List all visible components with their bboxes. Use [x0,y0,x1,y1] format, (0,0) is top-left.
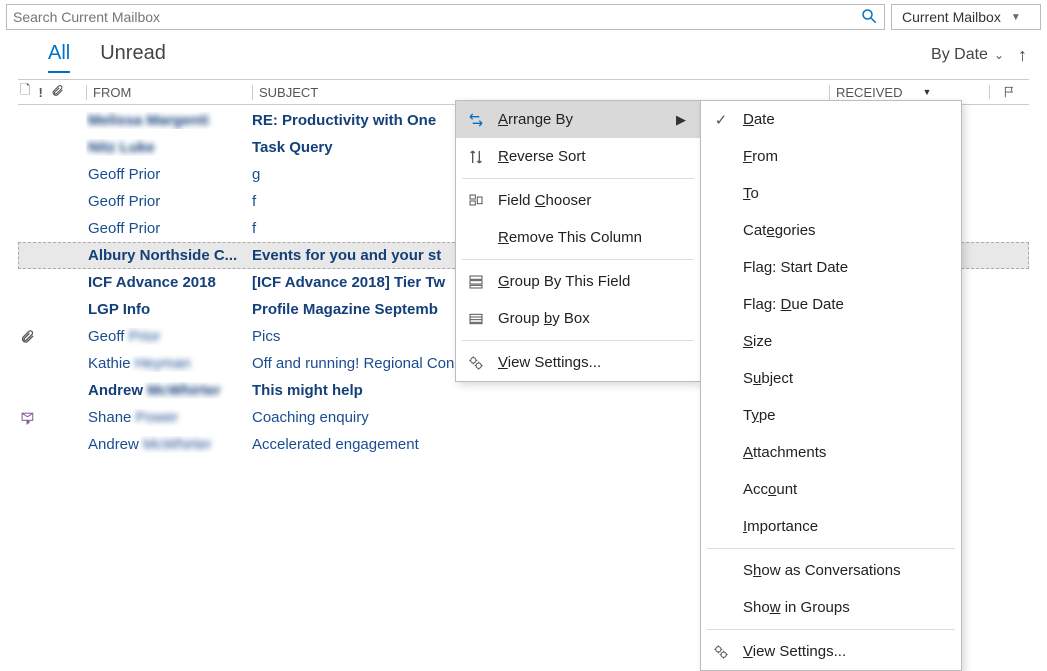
menu-item-label: Importance [743,518,947,535]
menu-item-label: Show as Conversations [743,562,947,579]
menu-item-reverse-sort[interactable]: Reverse Sort [456,138,700,175]
arrange-by-submenu: ✓ Date From To Categories Flag: Start Da… [700,100,962,671]
sort-icon [466,149,486,165]
menu-item-label: View Settings... [743,643,947,660]
chevron-down-icon: ⌄ [994,48,1004,62]
search-scope-label: Current Mailbox [902,9,1001,25]
chevron-down-icon: ▼ [1011,12,1021,23]
column-header-subject[interactable]: SUBJECT [252,85,829,100]
menu-item-label: Flag: Due Date [743,296,947,313]
importance-icon: ! [38,85,42,100]
envelope-icon: 🗋 [20,81,30,103]
message-from: Andrew McWhirter [86,382,252,399]
menu-item-field-chooser[interactable]: Field Chooser [456,182,700,219]
field-chooser-icon [466,193,486,209]
menu-item-date[interactable]: ✓ Date [701,101,961,138]
menu-item-label: Arrange By [498,111,664,128]
attachment-header-icon [51,84,64,100]
menu-item-label: From [743,148,947,165]
menu-item-type[interactable]: Type [701,397,961,434]
arrange-icon [466,112,486,128]
menu-item-label: Field Chooser [498,192,686,209]
chevron-down-icon: ▼ [922,87,931,97]
message-from: Nitz Luke [86,139,252,156]
menu-item-label: Categories [743,222,947,239]
sort-direction-button[interactable]: ↑ [1018,45,1027,66]
menu-item-view-settings[interactable]: View Settings... [456,344,700,381]
check-icon: ✓ [711,111,731,129]
tab-all[interactable]: All [48,42,70,73]
search-scope-dropdown[interactable]: Current Mailbox ▼ [891,4,1041,30]
menu-item-categories[interactable]: Categories [701,212,961,249]
menu-item-account[interactable]: Account [701,471,961,508]
menu-item-label: Group by Box [498,310,686,327]
message-from: Geoff Prior [86,166,252,183]
menu-item-size[interactable]: Size [701,323,961,360]
menu-item-label: Account [743,481,947,498]
message-from: Shane Power [86,409,252,426]
column-header-from[interactable]: FROM [86,85,252,100]
menu-item-to[interactable]: To [701,175,961,212]
replied-icon [18,409,86,426]
sort-by-label: By Date [931,46,988,64]
message-from: Geoff Prior [86,193,252,210]
message-from: Geoff Prior [86,328,252,345]
menu-item-flag-due[interactable]: Flag: Due Date [701,286,961,323]
column-header-flag[interactable] [989,85,1029,99]
message-from: Albury Northside C... [86,247,252,264]
tab-unread[interactable]: Unread [100,42,166,71]
menu-item-group-by-box[interactable]: Group by Box [456,300,700,337]
menu-item-label: Type [743,407,947,424]
sort-by-dropdown[interactable]: By Date ⌄ [931,46,1004,64]
menu-item-subject[interactable]: Subject [701,360,961,397]
menu-item-importance[interactable]: Importance [701,508,961,545]
menu-item-label: View Settings... [498,354,686,371]
message-from: ICF Advance 2018 [86,274,252,291]
search-box[interactable] [6,4,885,30]
column-context-menu: Arrange By ▶ Reverse Sort Field Chooser … [455,100,701,382]
menu-item-label: Reverse Sort [498,148,686,165]
menu-item-label: Group By This Field [498,273,686,290]
gear-icon [466,355,486,371]
box-icon [466,311,486,327]
column-header-received[interactable]: RECEIVED ▼ [829,85,989,100]
submenu-arrow-icon: ▶ [676,112,686,128]
menu-item-show-groups[interactable]: Show in Groups [701,589,961,626]
menu-item-label: Subject [743,370,947,387]
menu-item-label: Size [743,333,947,350]
search-input[interactable] [13,9,860,25]
menu-item-label: To [743,185,947,202]
search-icon[interactable] [860,7,878,28]
menu-item-show-conversations[interactable]: Show as Conversations [701,552,961,589]
menu-item-label: Show in Groups [743,599,947,616]
menu-item-attachments[interactable]: Attachments [701,434,961,471]
menu-item-label: Date [743,111,947,128]
menu-item-group-by-field[interactable]: Group By This Field [456,263,700,300]
menu-item-from[interactable]: From [701,138,961,175]
message-from: Andrew McWhirter [86,436,252,453]
menu-item-label: Attachments [743,444,947,461]
menu-item-label: Remove This Column [498,229,686,246]
menu-item-view-settings[interactable]: View Settings... [701,633,961,670]
gear-icon [711,644,731,660]
message-from: Geoff Prior [86,220,252,237]
menu-item-arrange-by[interactable]: Arrange By ▶ [456,101,700,138]
group-icon [466,274,486,290]
message-from: LGP Info [86,301,252,318]
message-from: Kathie Heyman [86,355,252,372]
menu-item-remove-column[interactable]: Remove This Column [456,219,700,256]
menu-item-label: Flag: Start Date [743,259,947,276]
attachment-icon [18,329,86,344]
message-from: Melissa Margenti [86,112,252,129]
menu-item-flag-start[interactable]: Flag: Start Date [701,249,961,286]
